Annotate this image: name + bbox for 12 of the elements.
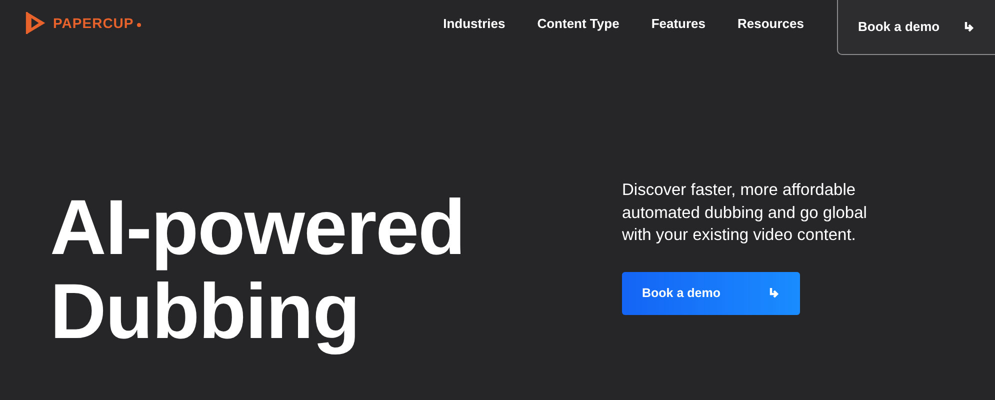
hero-description: Discover faster, more affordable automated dubbing and go global with your existing video content. — [622, 180, 868, 246]
nav-link[interactable]: Resources — [738, 16, 804, 31]
nav-link[interactable]: Features — [651, 16, 706, 31]
hero-headline: AI-powered Dubbing — [50, 185, 466, 353]
arrow-icon — [963, 20, 975, 32]
nav-link[interactable]: Content Type — [537, 16, 620, 31]
nav-link[interactable]: Industries — [443, 16, 506, 31]
logo-text[interactable]: PAPERCUP — [53, 15, 134, 31]
logo-icon — [25, 10, 47, 36]
arrow-icon — [768, 287, 780, 299]
book-demo-button[interactable]: Book a demo — [837, 0, 995, 55]
book-demo-button[interactable]: Book a demo — [622, 272, 800, 314]
